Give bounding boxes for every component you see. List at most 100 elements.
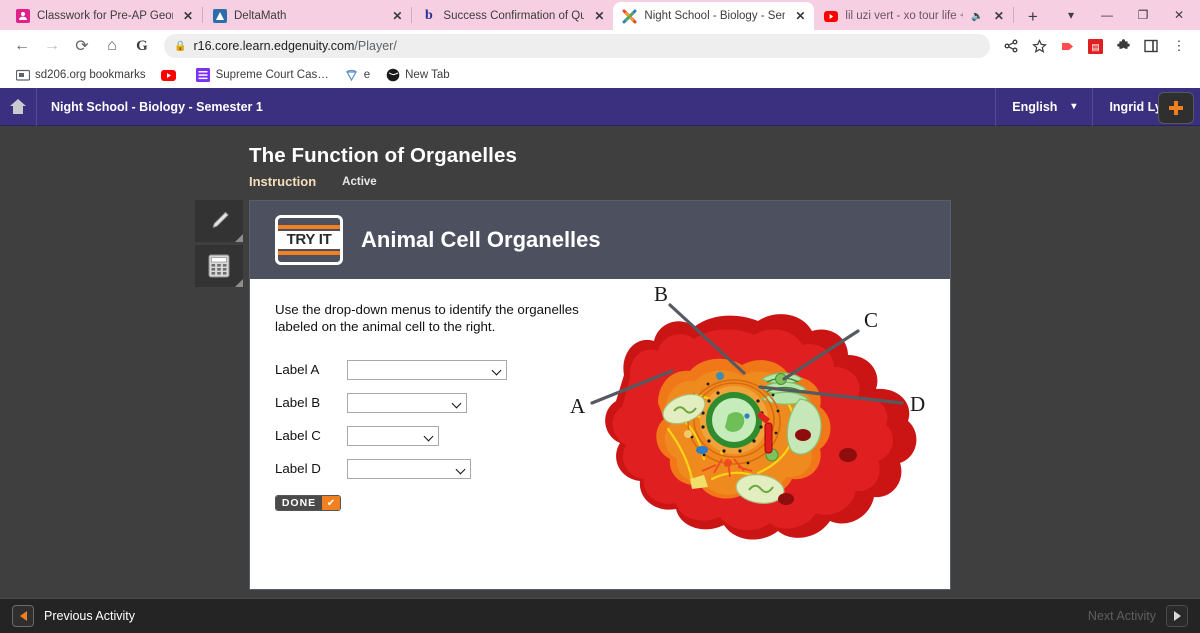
select-wrap-b [347, 392, 467, 413]
home-icon[interactable]: ⌂ [98, 32, 126, 60]
badge-label: TRY IT [278, 231, 340, 249]
browser-tab-1[interactable]: DeltaMath ✕ [203, 2, 411, 30]
field-label-b: Label B [275, 395, 321, 410]
close-icon[interactable]: ✕ [389, 8, 405, 24]
sidepanel-icon[interactable] [1138, 33, 1164, 59]
callout-label-d: D [910, 392, 925, 416]
close-icon[interactable]: ✕ [991, 8, 1007, 24]
minimize-icon[interactable]: — [1090, 1, 1124, 29]
back-icon[interactable]: ← [8, 32, 36, 60]
callout-label-a: A [570, 394, 586, 418]
language-label: English [1012, 99, 1058, 114]
bookmark-item-2[interactable]: Supreme Court Cas… [191, 66, 334, 85]
youtube-icon [160, 68, 176, 83]
previous-activity-label: Previous Activity [44, 609, 136, 623]
title-block: The Function of Organelles Instruction A… [0, 126, 1200, 189]
home-icon [10, 98, 26, 114]
callout-label-c: C [864, 308, 878, 332]
form-column: Use the drop-down menus to identify the … [250, 301, 580, 589]
bookmark-item-1[interactable] [156, 66, 186, 85]
field-row-b: Label B [275, 386, 580, 419]
close-icon[interactable]: ✕ [792, 8, 808, 24]
activity-prompt: Use the drop-down menus to identify the … [275, 302, 579, 334]
activity-panel: TRY IT Animal Cell Organelles Use the dr… [249, 200, 951, 590]
share-icon[interactable] [998, 33, 1024, 59]
field-row-a: Label A [275, 353, 580, 386]
deltamath-icon [212, 9, 227, 24]
tab-title: Success Confirmation of Ques [443, 10, 585, 22]
edgenuity-icon [622, 9, 637, 24]
right-triangle-icon [1166, 605, 1188, 627]
close-icon[interactable]: ✕ [180, 8, 196, 24]
omnibox-url: r16.core.learn.edgenuity.com/Player/ [193, 39, 397, 53]
try-it-badge: TRY IT [275, 215, 343, 265]
add-note-button[interactable] [1158, 92, 1194, 124]
tab-search-icon[interactable]: ▾ [1054, 1, 1088, 29]
pencil-icon [211, 211, 229, 230]
folder-icon [15, 68, 30, 83]
label-a-select[interactable] [347, 359, 507, 380]
tab-title: Classwork for Pre-AP Geometr [37, 10, 173, 22]
browser-chrome: Classwork for Pre-AP Geometr ✕ DeltaMath… [0, 0, 1200, 88]
omnibox[interactable]: 🔒 r16.core.learn.edgenuity.com/Player/ [164, 34, 990, 58]
previous-activity-button[interactable]: Previous Activity [0, 605, 147, 627]
maximize-icon[interactable]: ❐ [1126, 1, 1160, 29]
close-icon[interactable]: ✕ [591, 8, 607, 24]
bookmark-bar: sd206.org bookmarks Supreme Court Cas… e… [0, 62, 1200, 88]
bookmark-item-0[interactable]: sd206.org bookmarks [10, 66, 151, 85]
page-title: The Function of Organelles [249, 144, 517, 167]
language-selector[interactable]: English ▾ [995, 87, 1092, 126]
tab-title: DeltaMath [234, 10, 287, 22]
plus-icon [1169, 101, 1183, 115]
browser-tab-3[interactable]: Night School - Biology - Semes ✕ [613, 2, 815, 30]
bookmark-label: New Tab [405, 69, 450, 81]
browser-tab-2[interactable]: b Success Confirmation of Ques ✕ [412, 2, 613, 30]
tab-title: Night School - Biology - Semes [644, 10, 785, 22]
extension-red-icon[interactable]: ▤ [1082, 33, 1108, 59]
kebab-menu-icon[interactable]: ⋮ [1166, 33, 1192, 59]
reload-icon[interactable]: ⟳ [68, 32, 96, 60]
tab-divider [1012, 7, 1014, 23]
calculator-tool[interactable] [195, 245, 243, 287]
next-activity-button[interactable]: Next Activity [1076, 605, 1200, 627]
bottom-nav-bar: Previous Activity Next Activity [0, 598, 1200, 633]
chevron-down-icon: ▾ [1071, 101, 1077, 112]
done-label: DONE [276, 496, 322, 510]
label-d-select[interactable] [347, 458, 471, 479]
select-wrap-d [347, 458, 471, 479]
course-title: Night School - Biology - Semester 1 [51, 99, 263, 114]
phase-label: Instruction [249, 174, 317, 189]
label-fields: Label A Label B Label C Label D [275, 353, 580, 485]
toolbar-actions: ▤ ⋮ [998, 33, 1192, 59]
mute-icon[interactable]: 🔈 [971, 11, 983, 22]
browser-toolbar: ← → ⟳ ⌂ G 🔒 r16.core.learn.edgenuity.com… [0, 30, 1200, 62]
media-cast-icon[interactable] [1054, 33, 1080, 59]
classroom-icon [15, 9, 30, 24]
close-window-icon[interactable]: ✕ [1162, 1, 1196, 29]
activity-title: Animal Cell Organelles [361, 227, 601, 252]
forward-icon[interactable]: → [38, 32, 66, 60]
browser-tab-4[interactable]: lil uzi vert - xo tour life + p2 🔈 ✕ [814, 2, 1012, 30]
bookmark-item-3[interactable]: e [339, 66, 375, 85]
star-icon[interactable] [1026, 33, 1052, 59]
bookmark-label: sd206.org bookmarks [35, 69, 146, 81]
new-tab-button[interactable]: + [1020, 4, 1046, 30]
status-badge: Active [342, 175, 377, 188]
home-button[interactable] [0, 87, 37, 126]
field-label-c: Label C [275, 428, 321, 443]
done-button[interactable]: DONE ✔ [275, 495, 341, 511]
highlighter-tool[interactable] [195, 200, 243, 242]
window-controls: ▾ — ❐ ✕ [1054, 0, 1200, 30]
select-wrap-c [347, 425, 439, 446]
browser-tab-0[interactable]: Classwork for Pre-AP Geometr ✕ [6, 2, 202, 30]
bookmark-item-4[interactable]: New Tab [380, 66, 455, 85]
check-icon: ✔ [322, 496, 340, 510]
lock-icon: 🔒 [174, 40, 187, 52]
label-c-select[interactable] [347, 425, 439, 446]
google-icon[interactable]: G [128, 32, 156, 60]
field-label-d: Label D [275, 461, 321, 476]
label-b-select[interactable] [347, 392, 467, 413]
puzzle-icon[interactable] [1110, 33, 1136, 59]
list-purple-icon [196, 68, 211, 83]
tab-strip: Classwork for Pre-AP Geometr ✕ DeltaMath… [0, 0, 1200, 30]
